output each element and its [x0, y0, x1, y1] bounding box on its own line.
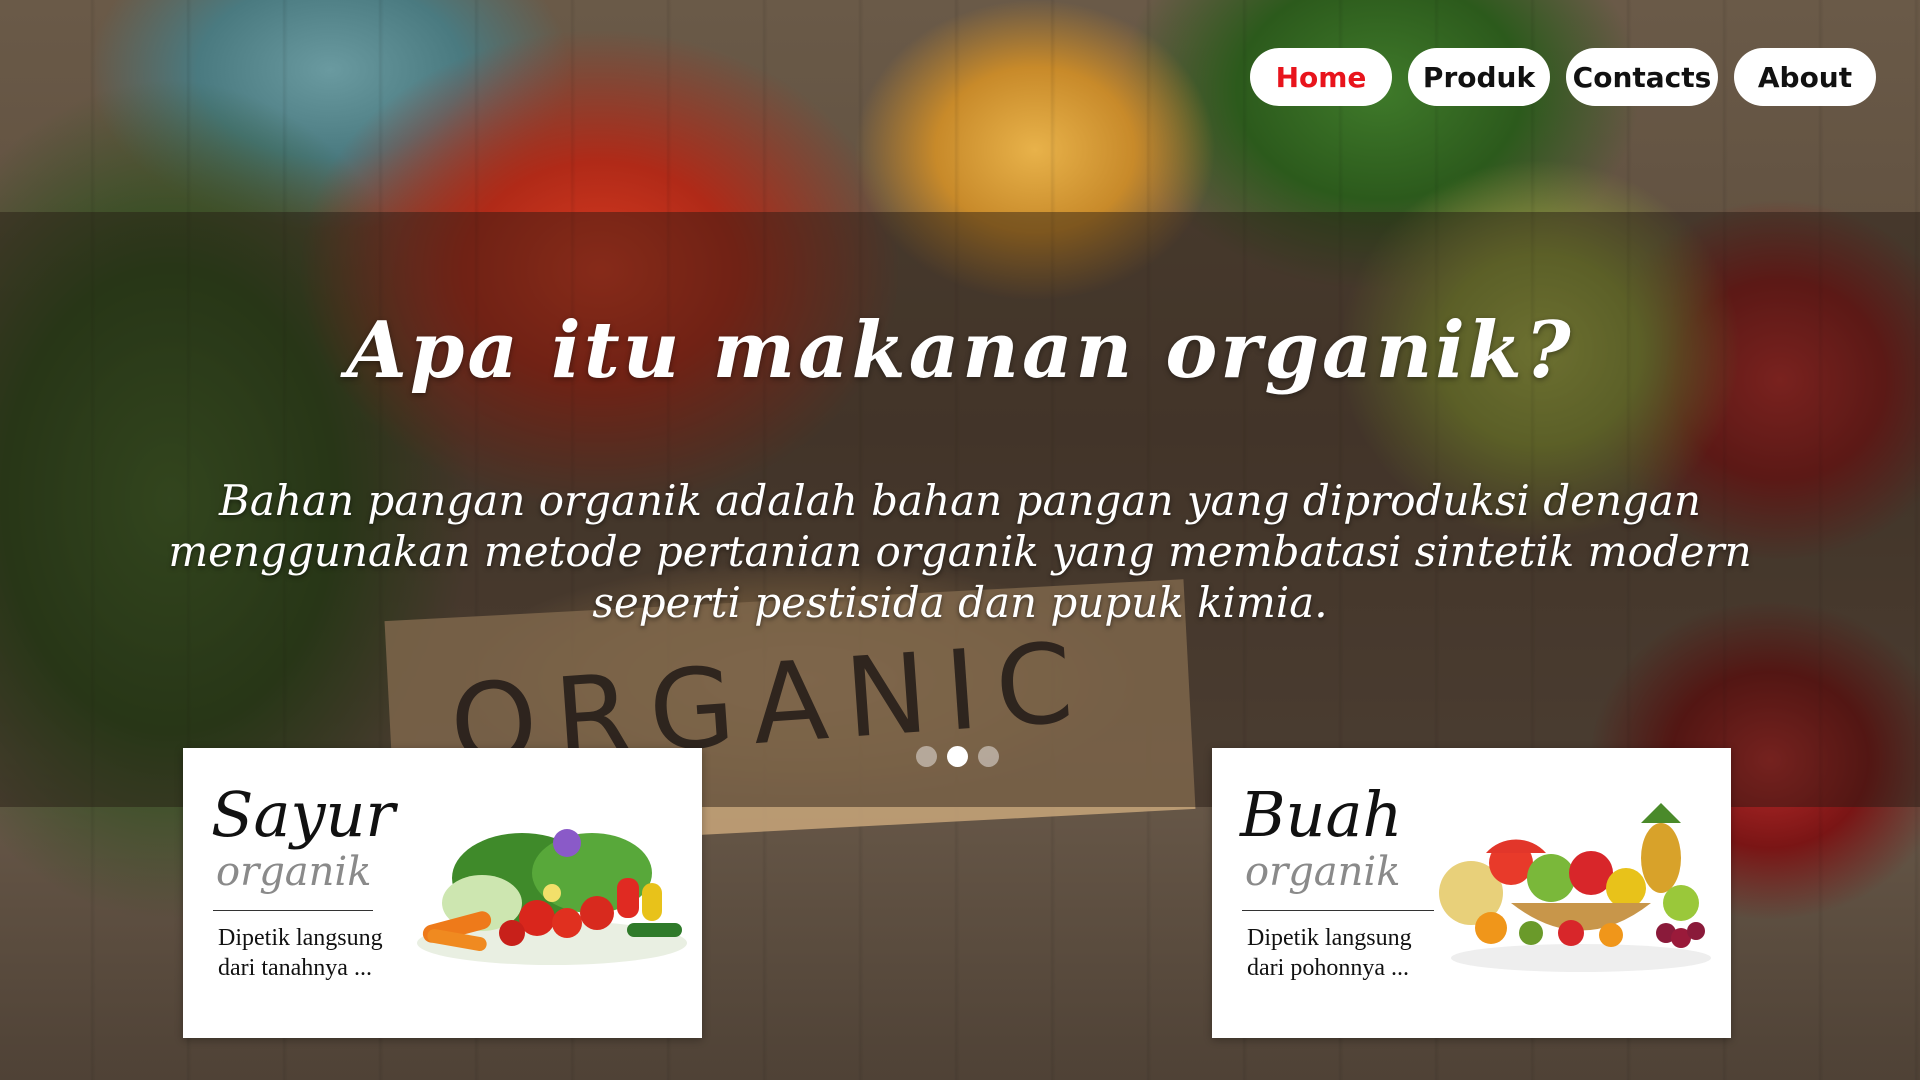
page: ORGANIC Apa itu makanan organik? Bahan p…: [0, 0, 1920, 1080]
card-description: Dipetik langsung dari pohonnya ...: [1247, 925, 1412, 981]
carousel-indicators: [916, 746, 999, 767]
card-buah-organik[interactable]: Buah organik Dipetik langsung dari pohon…: [1212, 748, 1731, 1038]
carousel-dot-2[interactable]: [947, 746, 968, 767]
fruit-basket-image: [1439, 803, 1711, 972]
vegetables-image: [417, 829, 687, 965]
card-divider: [213, 910, 373, 911]
card-description: Dipetik langsung dari tanahnya ...: [218, 925, 383, 981]
card-sayur-organik[interactable]: Sayur organik Dipetik langsung dari tana…: [183, 748, 702, 1038]
nav-home[interactable]: Home: [1250, 48, 1392, 106]
hero-title: Apa itu makanan organik?: [346, 305, 1574, 396]
nav-produk[interactable]: Produk: [1408, 48, 1550, 106]
card-subtitle: organik: [1245, 849, 1401, 895]
card-subtitle: organik: [216, 849, 372, 895]
hero-description: Bahan pangan organik adalah bahan pangan…: [168, 476, 1752, 627]
main-navigation: Home Produk Contacts About: [1250, 48, 1876, 106]
card-title: Sayur: [211, 778, 396, 851]
card-title: Buah: [1240, 778, 1403, 851]
nav-about[interactable]: About: [1734, 48, 1876, 106]
carousel-dot-3[interactable]: [978, 746, 999, 767]
carousel-dot-1[interactable]: [916, 746, 937, 767]
nav-contacts[interactable]: Contacts: [1566, 48, 1718, 106]
card-divider: [1242, 910, 1434, 911]
